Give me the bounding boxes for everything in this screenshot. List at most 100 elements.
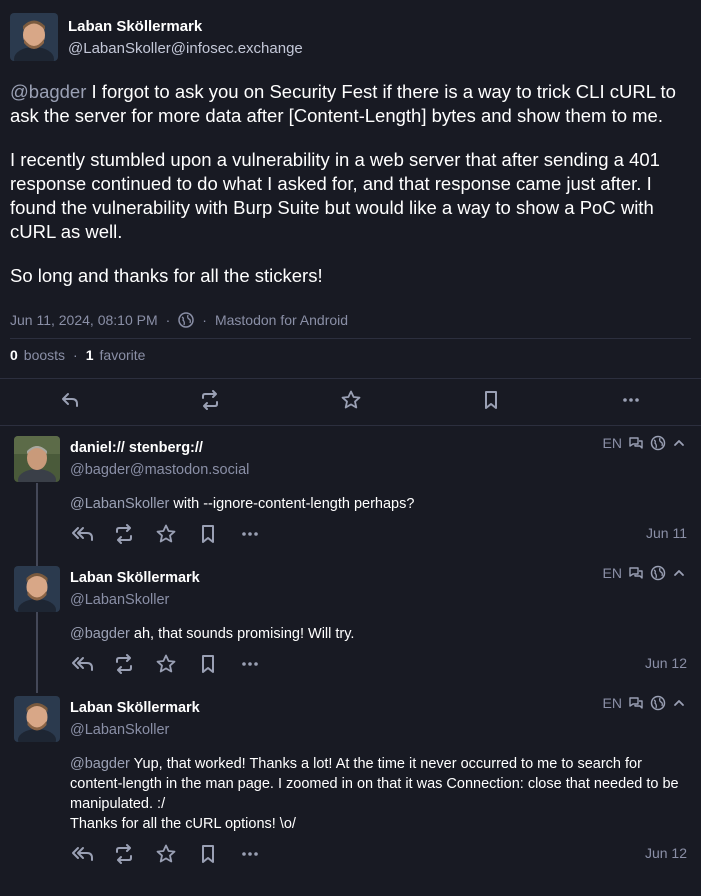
post-text: I forgot to ask you on Security Fest if … xyxy=(10,81,676,126)
favorite-button[interactable] xyxy=(153,841,179,867)
more-icon xyxy=(242,662,258,666)
globe-icon xyxy=(650,695,666,711)
bookmark-button[interactable] xyxy=(195,651,221,677)
star-icon xyxy=(156,844,176,863)
favorites-label[interactable]: favorite xyxy=(100,347,146,363)
language-label: EN xyxy=(602,565,622,581)
thread-icon xyxy=(629,697,643,709)
reply-date[interactable]: Jun 12 xyxy=(645,655,687,671)
reply-meta-icons: EN xyxy=(603,565,686,581)
reply-text: ah, that sounds promising! Will try. xyxy=(129,626,355,642)
more-icon xyxy=(242,852,258,856)
reply-all-button[interactable] xyxy=(70,521,96,547)
post-stats: 0 boosts · 1 favorite xyxy=(10,347,145,363)
boost-icon xyxy=(202,390,218,410)
more-button[interactable] xyxy=(617,386,645,414)
boost-icon xyxy=(116,524,132,544)
reply-all-icon xyxy=(72,847,93,861)
reply-author-handle[interactable]: @bagder@mastodon.social xyxy=(70,462,249,478)
star-icon xyxy=(156,524,176,543)
thread-icon xyxy=(629,437,643,449)
globe-icon xyxy=(650,565,666,581)
reply-author-handle[interactable]: @LabanSkoller xyxy=(70,722,169,738)
reply-icon xyxy=(62,393,78,407)
divider xyxy=(0,425,701,426)
separator-dot: · xyxy=(165,312,171,328)
author-avatar[interactable] xyxy=(10,13,58,61)
divider xyxy=(0,378,701,379)
reply-author-name[interactable]: Laban Sköllermark xyxy=(70,570,200,586)
separator-dot: · xyxy=(202,312,207,328)
favorite-button[interactable] xyxy=(337,386,365,414)
reply-date[interactable]: Jun 12 xyxy=(645,845,687,861)
bookmark-icon xyxy=(485,391,497,409)
reply-paragraph: @bagder Yup, that worked! Thanks a lot! … xyxy=(70,754,690,814)
reply-text: Thanks for all the cURL options! \o/ xyxy=(70,816,296,832)
thread-icon xyxy=(629,567,643,579)
reply-author-handle[interactable]: @LabanSkoller xyxy=(70,592,169,608)
bookmark-button[interactable] xyxy=(195,841,221,867)
mention-link[interactable]: @bagder xyxy=(70,626,130,642)
mention-link[interactable]: @bagder xyxy=(70,756,130,772)
boost-icon xyxy=(116,844,132,864)
bookmark-button[interactable] xyxy=(195,521,221,547)
divider xyxy=(10,338,691,339)
post-meta: Jun 11, 2024, 08:10 PM · · Mastodon for … xyxy=(10,312,348,328)
reply-content: @bagder Yup, that worked! Thanks a lot! … xyxy=(70,754,690,834)
post-action-bar xyxy=(0,386,701,416)
reply-all-icon xyxy=(72,657,93,671)
bookmark-icon xyxy=(202,525,214,543)
globe-icon xyxy=(178,312,195,328)
reply-all-button[interactable] xyxy=(70,651,96,677)
post-paragraph: I recently stumbled upon a vulnerability… xyxy=(10,149,660,242)
author-name[interactable]: Laban Sköllermark xyxy=(68,18,202,35)
bookmark-icon xyxy=(202,845,214,863)
post-client[interactable]: Mastodon for Android xyxy=(215,312,348,328)
boosts-count: 0 xyxy=(10,347,18,363)
author-handle[interactable]: @LabanSkoller@infosec.exchange xyxy=(68,40,303,57)
reply-author-name[interactable]: daniel:// stenberg:// xyxy=(70,440,203,456)
reply-all-button[interactable] xyxy=(70,841,96,867)
post-timestamp[interactable]: Jun 11, 2024, 08:10 PM xyxy=(10,312,158,328)
boost-button[interactable] xyxy=(111,651,137,677)
boost-button[interactable] xyxy=(111,841,137,867)
bookmark-button[interactable] xyxy=(477,386,505,414)
language-label: EN xyxy=(602,695,622,711)
reply-avatar[interactable] xyxy=(14,566,60,612)
favorite-button[interactable] xyxy=(153,521,179,547)
chevron-up-icon xyxy=(674,700,684,706)
favorites-count: 1 xyxy=(85,347,94,363)
reply-button[interactable] xyxy=(56,386,84,414)
reply-all-icon xyxy=(72,527,93,541)
chevron-up-icon xyxy=(674,570,684,576)
boosts-label[interactable]: boosts xyxy=(24,347,65,363)
post-paragraph: So long and thanks for all the stickers! xyxy=(10,265,323,286)
boost-button[interactable] xyxy=(196,386,224,414)
more-icon xyxy=(623,398,639,402)
reply-avatar[interactable] xyxy=(14,436,60,482)
chevron-up-icon xyxy=(674,440,684,446)
reply-meta-icons: EN xyxy=(603,695,686,711)
favorite-button[interactable] xyxy=(153,651,179,677)
more-button[interactable] xyxy=(237,841,263,867)
more-button[interactable] xyxy=(237,521,263,547)
mention-link[interactable]: @LabanSkoller xyxy=(70,496,169,512)
more-button[interactable] xyxy=(237,651,263,677)
globe-icon xyxy=(650,435,666,451)
post-paragraph: @bagder I forgot to ask you on Security … xyxy=(10,80,695,128)
more-icon xyxy=(242,532,258,536)
reply-avatar[interactable] xyxy=(14,696,60,742)
bookmark-icon xyxy=(202,655,214,673)
reply-text: with --ignore-content-length perhaps? xyxy=(169,496,415,512)
star-icon xyxy=(156,654,176,673)
separator-dot: · xyxy=(73,347,78,363)
reply-date[interactable]: Jun 11 xyxy=(646,525,687,541)
boost-button[interactable] xyxy=(111,521,137,547)
boost-icon xyxy=(116,654,132,674)
language-label: EN xyxy=(602,435,622,451)
post-content: @bagder I forgot to ask you on Security … xyxy=(10,80,695,308)
reply-content: @LabanSkoller with --ignore-content-leng… xyxy=(70,494,690,514)
mention-link[interactable]: @bagder xyxy=(10,81,86,102)
reply-author-name[interactable]: Laban Sköllermark xyxy=(70,700,200,716)
star-icon xyxy=(341,390,361,409)
